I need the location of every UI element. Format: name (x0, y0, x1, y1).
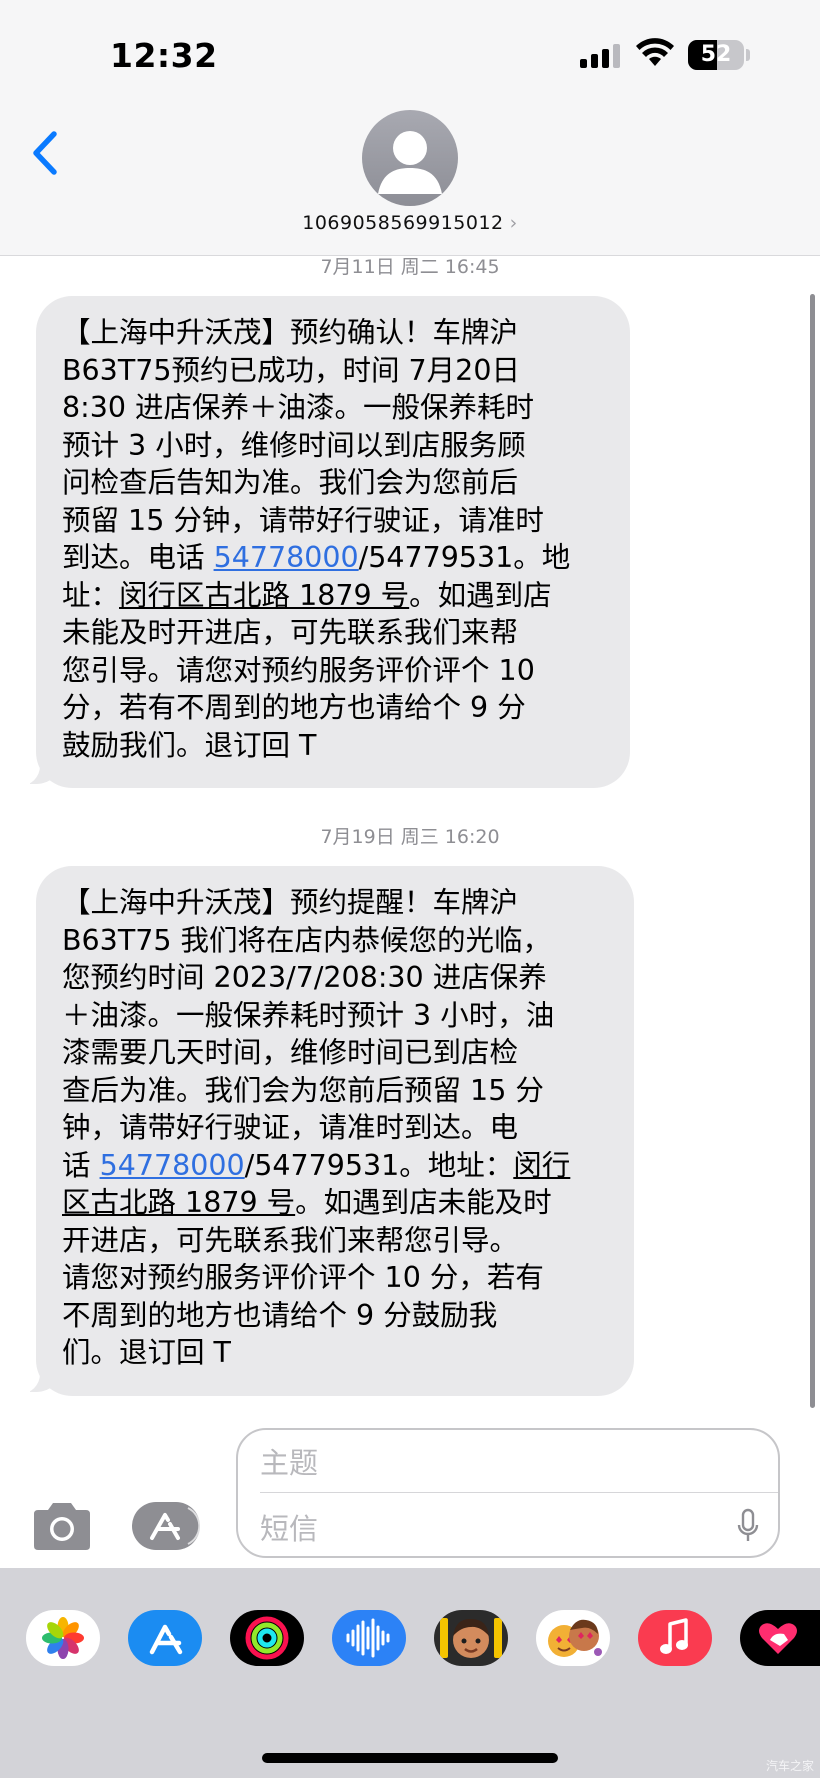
address-link[interactable]: 闵行区古北路 1879 号 (119, 579, 409, 612)
imessage-app-drawer (0, 1568, 820, 1778)
contact-number: 1069058569915012 (302, 212, 504, 234)
message-timestamp: 7月19日 周三 16:20 (320, 826, 500, 848)
cellular-signal-icon (580, 44, 624, 68)
watermark: 汽车之家 (765, 1759, 814, 1773)
message-line: 分，若有不周到的地方也请给个 9 分 (62, 691, 526, 724)
message-text: 址： (62, 578, 120, 612)
message-line: 未能及时开进店，可先联系我们来帮 (62, 616, 519, 649)
address-link[interactable]: 闵行 (513, 1149, 570, 1182)
message-text: 到达。电话 (62, 541, 214, 574)
message-line: 您预约时间 2023/7/208:30 进店保养 (62, 961, 547, 994)
message-bubble[interactable]: 【上海中升沃茂】预约提醒！车牌沪 B63T75 我们将在店内恭候您的光临， 您预… (36, 866, 634, 1396)
battery-level: 52 (700, 42, 732, 67)
status-time: 12:32 (110, 36, 218, 75)
person-icon (378, 131, 442, 194)
scrollbar[interactable] (810, 294, 815, 1408)
conversation-header: 12:32 52 1069058569915012 › (0, 0, 820, 256)
message-text: 。如遇到店 (409, 578, 552, 612)
message-line: 开进店，可先联系我们来帮您引导。 (62, 1223, 519, 1257)
app-store-icon[interactable] (128, 1610, 202, 1666)
message-line: 【上海中升沃茂】预约确认！车牌沪 (62, 316, 519, 349)
message-line: 鼓励我们。退订回 T (62, 728, 317, 762)
message-line: 【上海中升沃茂】预约提醒！车牌沪 (62, 886, 519, 919)
message-line: 漆需要几天时间，维修时间已到店检 (62, 1036, 519, 1069)
message-text: /54779531。地 (358, 541, 571, 574)
message-line: 话 54778000/54779531。地址：闵行 (62, 1147, 610, 1185)
digital-touch-icon[interactable] (740, 1610, 820, 1666)
message-line: 请您对预约服务评价评个 10 分，若有 (62, 1261, 544, 1294)
battery-icon: 52 (688, 40, 744, 70)
message-compose-box: 主题 短信 (236, 1428, 780, 1558)
address-link[interactable]: 区古北路 1879 号 (62, 1186, 295, 1219)
message-line: 8:30 进店保养＋油漆。一般保养耗时 (62, 391, 535, 424)
contact-name[interactable]: 1069058569915012 › (260, 212, 560, 234)
message-line: 们。退订回 T (62, 1336, 231, 1369)
app-store-icon (150, 1507, 201, 1545)
message-line: 问检查后告知为准。我们会为您前后 (62, 466, 519, 499)
microphone-icon[interactable] (736, 1508, 760, 1544)
phone-link[interactable]: 54778000 (100, 1149, 245, 1182)
camera-icon[interactable] (30, 1500, 94, 1554)
contact-avatar[interactable] (362, 110, 458, 206)
home-indicator[interactable] (262, 1753, 558, 1763)
message-line: ＋油漆。一般保养耗时预计 3 小时，油 (62, 998, 555, 1032)
input-divider (260, 1492, 778, 1493)
chevron-right-icon: › (509, 212, 518, 234)
message-text: 话 (62, 1148, 100, 1182)
message-line: 预计 3 小时，维修时间以到店服务顾 (62, 428, 526, 462)
photos-icon[interactable] (26, 1610, 100, 1666)
message-timestamp: 7月11日 周二 16:45 (320, 256, 500, 278)
message-line: 您引导。请您对预约服务评价评个 10 (62, 653, 535, 687)
music-icon[interactable] (638, 1610, 712, 1666)
voice-memos-icon[interactable] (332, 1610, 406, 1666)
phone-link[interactable]: 54778000 (214, 541, 359, 574)
subject-input[interactable]: 主题 (260, 1442, 740, 1484)
message-line: 到达。电话 54778000/54779531。地 (62, 539, 606, 577)
app-store-button[interactable] (132, 1502, 201, 1550)
message-line: 区古北路 1879 号。如遇到店未能及时 (62, 1184, 610, 1222)
back-chevron-icon[interactable] (28, 128, 62, 178)
wifi-icon (636, 38, 674, 66)
message-line: B63T75预约已成功，时间 7月20日 (62, 353, 520, 387)
message-bubble[interactable]: 【上海中升沃茂】预约确认！车牌沪 B63T75预约已成功，时间 7月20日 8:… (36, 296, 630, 788)
message-text: /54779531。地址： (244, 1148, 514, 1182)
message-input[interactable]: 短信 (260, 1508, 680, 1550)
message-line: 钟，请带好行驶证，请准时到达。电 (62, 1111, 519, 1144)
message-line: B63T75 我们将在店内恭候您的光临， (62, 923, 552, 957)
message-line: 不周到的地方也请给个 9 分鼓励我 (62, 1298, 498, 1332)
memoji-icon[interactable] (434, 1610, 508, 1666)
animoji-stickers-icon[interactable] (536, 1610, 610, 1666)
battery-tip (746, 49, 750, 61)
message-text: 。如遇到店未能及时 (295, 1186, 552, 1219)
fitness-icon[interactable] (230, 1610, 304, 1666)
message-line: 址：闵行区古北路 1879 号。如遇到店 (62, 577, 606, 615)
message-line: 查后为准。我们会为您前后预留 15 分 (62, 1073, 544, 1107)
message-line: 预留 15 分钟，请带好行驶证，请准时 (62, 503, 544, 537)
